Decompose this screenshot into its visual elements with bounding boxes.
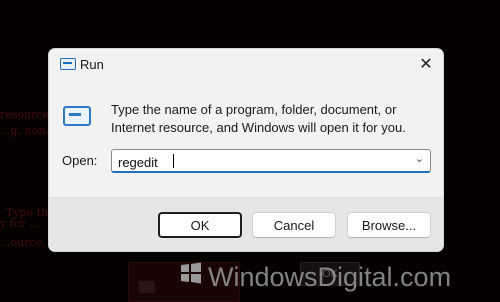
ok-button[interactable]: OK: [158, 212, 242, 238]
chevron-down-icon[interactable]: ⌄: [415, 152, 424, 165]
background-ghost-icon: [139, 281, 155, 293]
cancel-button[interactable]: Cancel: [252, 212, 336, 238]
browse-button[interactable]: Browse...: [347, 212, 431, 238]
run-dialog: Run ✕ Type the name of a program, folder…: [48, 48, 444, 252]
close-icon: ✕: [419, 56, 433, 73]
instruction-text: Type the name of a program, folder, docu…: [111, 102, 406, 135]
text-caret: [173, 154, 174, 168]
watermark-text: WindowsDigital.com: [208, 262, 452, 292]
run-app-icon: [60, 58, 76, 70]
title-bar[interactable]: Run ✕: [49, 49, 443, 81]
open-input[interactable]: [112, 150, 414, 174]
dialog-title: Run: [80, 57, 104, 72]
button-bar: OK Cancel Browse...: [49, 197, 443, 251]
windows-logo-icon: [181, 262, 201, 284]
run-app-icon: [63, 106, 91, 126]
open-label: Open:: [62, 153, 98, 168]
background-ghost-text: y for ...: [0, 217, 40, 230]
open-combobox[interactable]: ⌄: [111, 149, 431, 174]
close-button[interactable]: ✕: [415, 54, 437, 76]
